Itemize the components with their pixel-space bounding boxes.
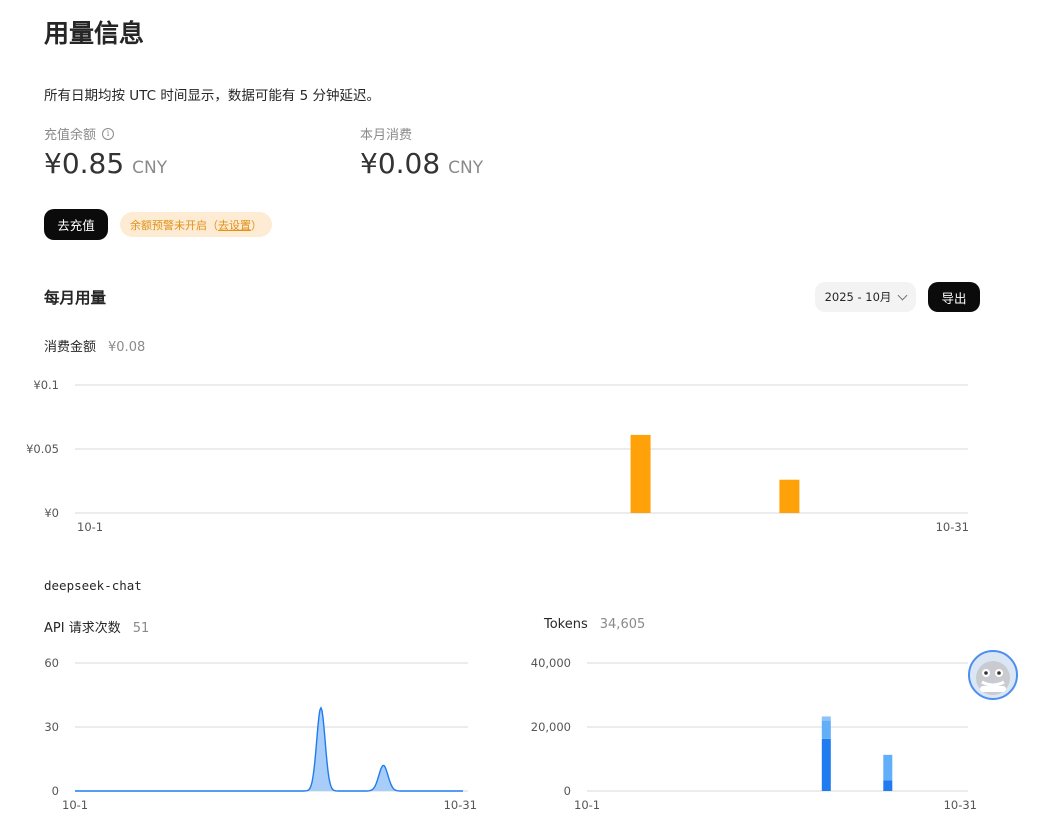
tokens-xtick-label: 10-31 [944, 798, 977, 812]
tokens-chart-label: Tokens [544, 617, 588, 632]
requests-chart-total: 51 [132, 621, 150, 636]
cost-chart: ¥0 ¥0.05 ¥0.1 10-1 10-31 0 30 60 10-1 10-31 0 20,00… [26, 378, 977, 812]
cost-bar [630, 434, 651, 513]
requests-chart-label: API 请求次数 [44, 621, 121, 636]
tokens-chart-header: Tokens 34,605 [544, 617, 645, 632]
tokens-bar-segment [883, 754, 893, 781]
tokens-ytick-label: 20,000 [531, 720, 571, 734]
tokens-bar-segment [883, 780, 893, 791]
tokens-bar-segment [821, 720, 831, 739]
requests-xtick-label: 10-1 [62, 798, 88, 812]
tokens-ytick-label: 40,000 [531, 656, 571, 670]
requests-area [75, 707, 463, 791]
tokens-bar-segment [821, 738, 831, 791]
tokens-xtick-label: 10-1 [574, 798, 600, 812]
requests-chart-header: API 请求次数 51 [44, 617, 149, 636]
requests-ytick-label: 30 [44, 720, 59, 734]
cost-xtick-label: 10-31 [936, 520, 969, 534]
requests-ytick-label: 60 [44, 656, 59, 670]
assistant-avatar-graphic [976, 661, 1010, 695]
requests-xtick-label: 10-31 [444, 798, 477, 812]
cost-ytick-label: ¥0.1 [33, 378, 59, 392]
cost-xtick-label: 10-1 [77, 520, 103, 534]
tokens-bar-segment [821, 716, 831, 721]
cost-ytick-label: ¥0.05 [26, 442, 59, 456]
cost-ytick-label: ¥0 [44, 506, 59, 520]
tokens-ytick-label: 0 [564, 784, 571, 798]
tokens-chart-total: 34,605 [599, 617, 646, 632]
assistant-avatar-icon[interactable] [968, 650, 1018, 700]
model-name: deepseek-chat [44, 578, 142, 593]
requests-ytick-label: 0 [52, 784, 59, 798]
requests-line [75, 706, 463, 792]
cost-bar [779, 479, 800, 513]
